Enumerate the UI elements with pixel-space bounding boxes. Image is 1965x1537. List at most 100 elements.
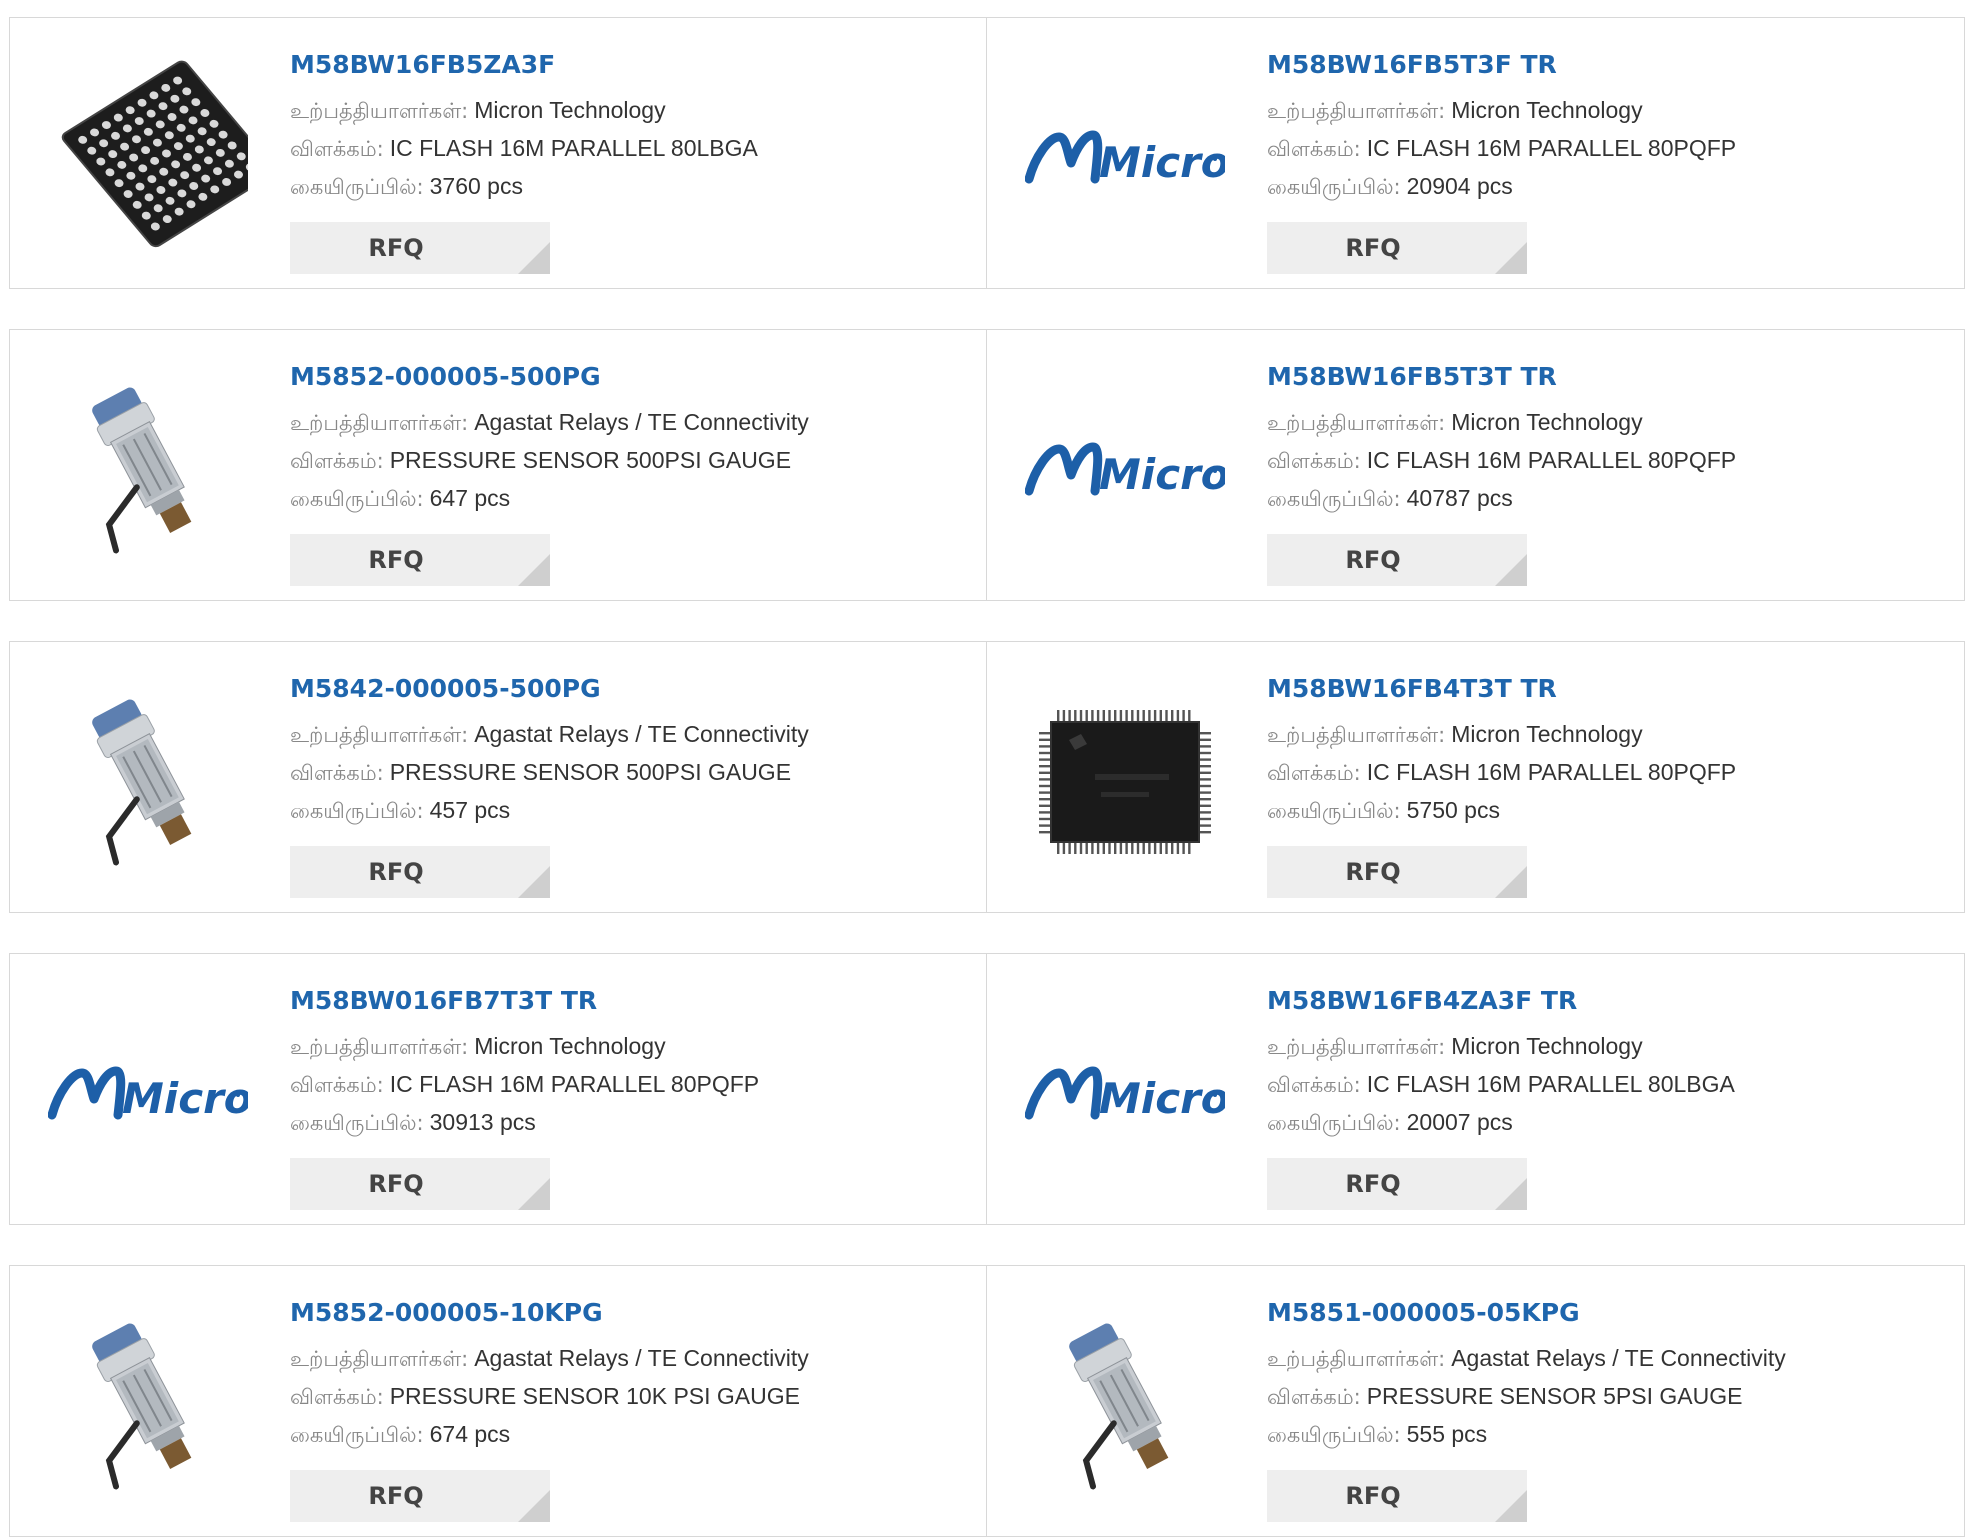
- part-number-link[interactable]: M58BW016FB7T3T TR: [290, 984, 970, 1018]
- description-value: IC FLASH 16M PARALLEL 80LBGA: [389, 135, 758, 161]
- stock-label: கையிருப்பில்:: [290, 799, 424, 823]
- description-label: விளக்கம்:: [290, 1385, 384, 1409]
- manufacturer-line: உற்பத்தியாளர்கள்: Agastat Relays / TE Con…: [290, 716, 970, 754]
- description-label: விளக்கம்:: [1267, 1385, 1361, 1409]
- part-number-link[interactable]: M5851-000005-05KPG: [1267, 1296, 1947, 1330]
- product-list: M58BW16FB5ZA3F உற்பத்தியாளர்கள்: Micron T…: [0, 0, 1965, 1537]
- part-number-link[interactable]: M5852-000005-10KPG: [290, 1296, 970, 1330]
- stock-value: 20904 pcs: [1406, 173, 1513, 199]
- pressure-sensor-icon[interactable]: [48, 1306, 248, 1506]
- manufacturer-line: உற்பத்தியாளர்கள்: Agastat Relays / TE Con…: [290, 1340, 970, 1378]
- corner-triangle-icon: [518, 1490, 550, 1522]
- description-line: விளக்கம்: IC FLASH 16M PARALLEL 80LBGA: [1267, 1066, 1947, 1104]
- manufacturer-line: உற்பத்தியாளர்கள்: Micron Technology: [1267, 716, 1947, 754]
- manufacturer-value: Agastat Relays / TE Connectivity: [474, 1345, 809, 1371]
- product-info: M5852-000005-10KPG உற்பத்தியாளர்கள்: Agas…: [290, 1296, 970, 1454]
- rfq-button[interactable]: RFQ: [290, 534, 550, 586]
- rfq-button[interactable]: RFQ: [1267, 534, 1527, 586]
- description-line: விளக்கம்: IC FLASH 16M PARALLEL 80PQFP: [1267, 754, 1947, 792]
- micron-logo-text: Micron: [1099, 450, 1225, 499]
- manufacturer-label: உற்பத்தியாளர்கள்:: [1267, 1347, 1446, 1371]
- stock-line: கையிருப்பில்: 30913 pcs: [290, 1104, 970, 1142]
- rfq-label: RFQ: [368, 546, 424, 574]
- rfq-label: RFQ: [1345, 858, 1401, 886]
- rfq-button[interactable]: RFQ: [1267, 846, 1527, 898]
- manufacturer-label: உற்பத்தியாளர்கள்:: [1267, 411, 1446, 435]
- manufacturer-label: உற்பத்தியாளர்கள்:: [290, 411, 469, 435]
- rfq-button[interactable]: RFQ: [290, 1158, 550, 1210]
- product-info: M58BW16FB5ZA3F உற்பத்தியாளர்கள்: Micron T…: [290, 48, 970, 206]
- micron-logo[interactable]: Micron: [48, 994, 248, 1194]
- micron-logo[interactable]: Micron: [1025, 994, 1225, 1194]
- manufacturer-value: Micron Technology: [474, 1033, 666, 1059]
- rfq-button[interactable]: RFQ: [290, 1470, 550, 1522]
- stock-value: 457 pcs: [429, 797, 511, 823]
- description-value: IC FLASH 16M PARALLEL 80PQFP: [1366, 447, 1737, 473]
- description-label: விளக்கம்:: [1267, 761, 1361, 785]
- stock-line: கையிருப்பில்: 20007 pcs: [1267, 1104, 1947, 1142]
- pressure-sensor-icon[interactable]: [48, 682, 248, 882]
- pressure-sensor-icon[interactable]: [1025, 1306, 1225, 1506]
- manufacturer-label: உற்பத்தியாளர்கள்:: [290, 99, 469, 123]
- description-value: PRESSURE SENSOR 10K PSI GAUGE: [389, 1383, 800, 1409]
- description-value: PRESSURE SENSOR 500PSI GAUGE: [389, 447, 792, 473]
- manufacturer-value: Micron Technology: [1451, 1033, 1643, 1059]
- corner-triangle-icon: [1495, 554, 1527, 586]
- micron-logo-text: Micron: [122, 1074, 248, 1123]
- rfq-button[interactable]: RFQ: [1267, 222, 1527, 274]
- rfq-button[interactable]: RFQ: [1267, 1470, 1527, 1522]
- qfp-chip-icon[interactable]: [1025, 682, 1225, 882]
- part-number-link[interactable]: M5852-000005-500PG: [290, 360, 970, 394]
- manufacturer-line: உற்பத்தியாளர்கள்: Micron Technology: [1267, 1028, 1947, 1066]
- manufacturer-label: உற்பத்தியாளர்கள்:: [1267, 723, 1446, 747]
- description-line: விளக்கம்: PRESSURE SENSOR 500PSI GAUGE: [290, 442, 970, 480]
- corner-triangle-icon: [518, 866, 550, 898]
- corner-triangle-icon: [1495, 866, 1527, 898]
- product-card: M58BW16FB4T3T TR உற்பத்தியாளர்கள்: Micron…: [987, 641, 1965, 913]
- stock-label: கையிருப்பில்:: [290, 1423, 424, 1447]
- product-card: Micron M58BW016FB7T3T TR உற்பத்தியாளர்கள…: [9, 953, 987, 1225]
- stock-value: 3760 pcs: [429, 173, 523, 199]
- manufacturer-line: உற்பத்தியாளர்கள்: Micron Technology: [290, 1028, 970, 1066]
- stock-label: கையிருப்பில்:: [290, 175, 424, 199]
- stock-line: கையிருப்பில்: 457 pcs: [290, 792, 970, 830]
- part-number-link[interactable]: M58BW16FB4T3T TR: [1267, 672, 1947, 706]
- manufacturer-value: Micron Technology: [1451, 409, 1643, 435]
- part-number-link[interactable]: M58BW16FB5T3F TR: [1267, 48, 1947, 82]
- micron-logo[interactable]: Micron: [1025, 370, 1225, 570]
- part-number-link[interactable]: M58BW16FB5ZA3F: [290, 48, 970, 82]
- bga-chip-icon[interactable]: [48, 58, 248, 258]
- product-card: M58BW16FB5ZA3F உற்பத்தியாளர்கள்: Micron T…: [9, 17, 987, 289]
- description-label: விளக்கம்:: [1267, 449, 1361, 473]
- product-info: M58BW016FB7T3T TR உற்பத்தியாளர்கள்: Micro…: [290, 984, 970, 1142]
- micron-logo[interactable]: Micron: [1025, 58, 1225, 258]
- product-info: M58BW16FB4ZA3F TR உற்பத்தியாளர்கள்: Micro…: [1267, 984, 1947, 1142]
- description-label: விளக்கம்:: [290, 1073, 384, 1097]
- stock-value: 5750 pcs: [1406, 797, 1500, 823]
- rfq-button[interactable]: RFQ: [290, 222, 550, 274]
- description-label: விளக்கம்:: [290, 761, 384, 785]
- description-label: விளக்கம்:: [290, 137, 384, 161]
- part-number-link[interactable]: M5842-000005-500PG: [290, 672, 970, 706]
- part-number-link[interactable]: M58BW16FB5T3T TR: [1267, 360, 1947, 394]
- manufacturer-value: Micron Technology: [474, 97, 666, 123]
- corner-triangle-icon: [1495, 242, 1527, 274]
- manufacturer-line: உற்பத்தியாளர்கள்: Micron Technology: [1267, 404, 1947, 442]
- product-card: Micron M58BW16FB5T3T TR உற்பத்தியாளர்கள்…: [987, 329, 1965, 601]
- part-number-link[interactable]: M58BW16FB4ZA3F TR: [1267, 984, 1947, 1018]
- rfq-label: RFQ: [368, 858, 424, 886]
- pressure-sensor-icon[interactable]: [48, 370, 248, 570]
- stock-line: கையிருப்பில்: 3760 pcs: [290, 168, 970, 206]
- rfq-button[interactable]: RFQ: [290, 846, 550, 898]
- product-card: M5852-000005-10KPG உற்பத்தியாளர்கள்: Agas…: [9, 1265, 987, 1537]
- micron-logo-text: Micron: [1099, 138, 1225, 187]
- rfq-label: RFQ: [368, 1482, 424, 1510]
- product-card: Micron M58BW16FB4ZA3F TR உற்பத்தியாளர்கள…: [987, 953, 1965, 1225]
- rfq-button[interactable]: RFQ: [1267, 1158, 1527, 1210]
- corner-triangle-icon: [518, 1178, 550, 1210]
- description-line: விளக்கம்: IC FLASH 16M PARALLEL 80PQFP: [1267, 130, 1947, 168]
- stock-value: 40787 pcs: [1406, 485, 1513, 511]
- stock-value: 20007 pcs: [1406, 1109, 1513, 1135]
- description-value: IC FLASH 16M PARALLEL 80LBGA: [1366, 1071, 1735, 1097]
- stock-value: 30913 pcs: [429, 1109, 536, 1135]
